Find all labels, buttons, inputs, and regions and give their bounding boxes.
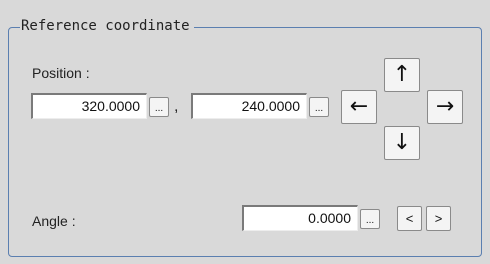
position-label: Position : — [32, 65, 90, 81]
angle-ellipsis-button[interactable]: ... — [360, 209, 380, 229]
group-title: Reference coordinate — [20, 16, 194, 36]
position-y-ellipsis-button[interactable]: ... — [309, 97, 329, 117]
move-left-button[interactable]: ← — [341, 90, 377, 124]
arrow-right-icon: → — [435, 94, 455, 119]
arrow-up-icon: ↑ — [392, 62, 412, 87]
position-y-field[interactable]: 240.0000 — [191, 93, 307, 119]
arrow-left-icon: ← — [349, 94, 369, 119]
angle-field[interactable]: 0.0000 — [242, 205, 358, 231]
move-right-button[interactable]: → — [427, 90, 463, 124]
arrow-down-icon: ↓ — [392, 130, 412, 155]
angle-increase-button[interactable]: > — [426, 206, 451, 231]
move-up-button[interactable]: ↑ — [384, 58, 420, 92]
position-x-ellipsis-button[interactable]: ... — [149, 97, 169, 117]
position-separator: , — [174, 98, 179, 115]
angle-decrease-button[interactable]: < — [397, 206, 422, 231]
move-down-button[interactable]: ↓ — [384, 126, 420, 160]
position-x-field[interactable]: 320.0000 — [31, 93, 147, 119]
angle-label: Angle : — [32, 213, 76, 229]
